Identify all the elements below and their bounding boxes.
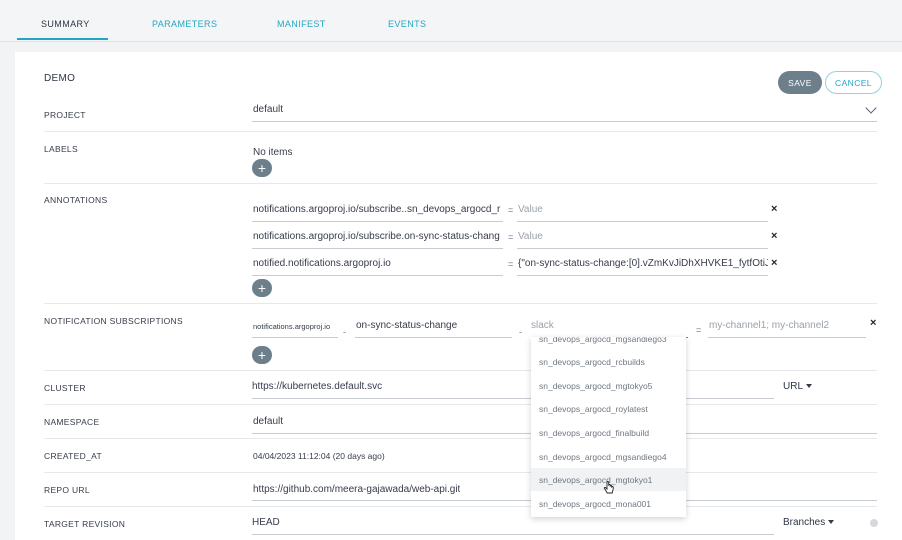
tab-events[interactable]: EVENTS — [388, 19, 426, 29]
cluster-mode-select[interactable]: URL — [783, 381, 813, 392]
row-divider — [44, 438, 877, 439]
annotation-key-input[interactable]: notifications.argoproj.io/subscribe.on-s… — [253, 231, 503, 242]
annotation-key-underline — [252, 221, 503, 222]
remove-annotation-icon[interactable]: × — [771, 203, 777, 215]
dropdown-option[interactable]: sn_devops_argocd_rcbuilds — [539, 357, 645, 367]
row-divider — [44, 131, 877, 132]
revision-mode-label: Branches — [783, 517, 826, 528]
namespace-input[interactable]: default — [253, 416, 283, 427]
cluster-input[interactable]: https://kubernetes.default.svc — [252, 381, 382, 392]
tab-parameters[interactable]: PARAMETERS — [152, 19, 217, 29]
target-revision-input[interactable]: HEAD — [252, 517, 280, 528]
caret-down-icon — [806, 384, 813, 389]
notification-subscriptions-label: NOTIFICATION SUBSCRIPTIONS — [44, 316, 183, 326]
dot-separator: - — [519, 327, 522, 337]
tab-manifest[interactable]: MANIFEST — [277, 19, 326, 29]
summary-panel — [15, 52, 902, 540]
recipients-underline — [708, 337, 866, 338]
annotation-value-underline — [517, 221, 768, 222]
equals-sign: = — [508, 232, 514, 242]
dropdown-option[interactable]: sn_devops_argocd_finalbuild — [539, 428, 649, 438]
dropdown-option[interactable]: sn_devops_argocd_mgsandiego4 — [539, 452, 667, 462]
annotation-key-input[interactable]: notified.notifications.argoproj.io — [253, 258, 503, 269]
target-revision-underline — [252, 534, 774, 535]
project-underline — [252, 121, 877, 122]
dropdown-option[interactable]: sn_devops_argocd_roylatest — [539, 404, 648, 414]
cluster-label: CLUSTER — [44, 383, 86, 393]
subscription-prefix-underline — [252, 337, 338, 338]
dot-separator: - — [343, 327, 346, 337]
app-title: DEMO — [44, 73, 76, 84]
created-at-label: CREATED_AT — [44, 451, 102, 461]
row-divider — [44, 370, 877, 371]
cluster-underline — [252, 398, 774, 399]
service-input[interactable]: slack — [531, 320, 686, 331]
add-subscription-button[interactable]: + — [252, 346, 272, 364]
remove-annotation-icon[interactable]: × — [771, 257, 777, 269]
tab-summary[interactable]: SUMMARY — [41, 19, 90, 29]
project-select[interactable]: default — [253, 104, 283, 115]
revision-mode-select[interactable]: Branches — [783, 517, 835, 528]
active-tab-indicator — [17, 38, 108, 40]
save-button[interactable]: SAVE — [778, 71, 822, 94]
row-divider — [44, 506, 877, 507]
equals-sign: = — [696, 325, 702, 335]
namespace-label: NAMESPACE — [44, 417, 100, 427]
annotation-value-input[interactable]: Value — [518, 204, 543, 215]
row-divider — [44, 404, 877, 405]
equals-sign: = — [508, 259, 514, 269]
annotation-value-input[interactable]: Value — [518, 231, 543, 242]
annotation-key-underline — [252, 248, 503, 249]
trigger-underline — [355, 337, 512, 338]
repo-url-label: REPO URL — [44, 485, 90, 495]
dropdown-option[interactable]: sn_devops_argocd_mona001 — [539, 499, 651, 509]
caret-down-icon — [828, 520, 835, 525]
add-annotation-button[interactable]: + — [252, 279, 272, 297]
add-label-button[interactable]: + — [252, 159, 272, 177]
target-revision-label: TARGET REVISION — [44, 519, 126, 529]
trigger-input[interactable]: on-sync-status-change — [356, 320, 511, 331]
project-label: PROJECT — [44, 110, 86, 120]
equals-sign: = — [508, 205, 514, 215]
dropdown-option[interactable]: sn_devops_argocd_mgtokyo1 — [539, 475, 652, 485]
dropdown-option[interactable]: sn_devops_argocd_mgsandiego3 — [539, 337, 667, 344]
remove-subscription-icon[interactable]: × — [870, 317, 876, 329]
recipients-input[interactable]: my-channel1; my-channel2 — [709, 320, 865, 331]
annotation-key-input[interactable]: notifications.argoproj.io/subscribe..sn_… — [253, 204, 503, 215]
annotation-value-input[interactable]: {"on-sync-status-change:[0].vZmKvJiDhXHV… — [518, 258, 768, 269]
cluster-mode-label: URL — [783, 381, 804, 392]
cancel-button[interactable]: CANCEL — [825, 71, 882, 94]
annotation-value-underline — [517, 275, 768, 276]
hand-cursor-icon — [603, 481, 614, 494]
row-divider — [44, 472, 877, 473]
dropdown-option[interactable]: sn_devops_argocd_mgtokyo5 — [539, 381, 652, 391]
tab-bar: SUMMARY PARAMETERS MANIFEST EVENTS — [0, 0, 902, 42]
row-divider — [44, 183, 877, 184]
labels-label: LABELS — [44, 144, 78, 154]
labels-empty-text: No items — [253, 147, 293, 158]
help-icon[interactable] — [870, 519, 878, 527]
created-at-value: 04/04/2023 11:12:04 (20 days ago) — [253, 451, 385, 461]
repo-url-input[interactable]: https://github.com/meera-gajawada/web-ap… — [253, 484, 460, 495]
row-divider — [44, 303, 877, 304]
annotation-value-underline — [517, 248, 768, 249]
remove-annotation-icon[interactable]: × — [771, 230, 777, 242]
annotation-key-underline — [252, 275, 503, 276]
subscription-prefix: notifications.argoproj.io — [253, 322, 331, 331]
annotations-label: ANNOTATIONS — [44, 195, 108, 205]
